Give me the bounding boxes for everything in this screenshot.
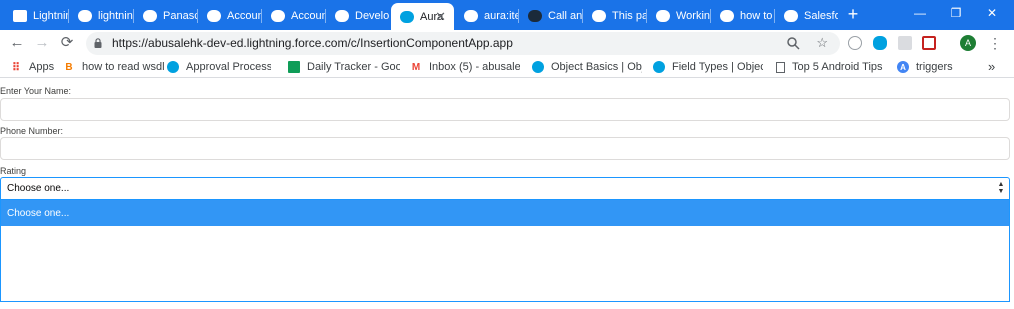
analytics-extension-icon[interactable] (898, 36, 912, 50)
salesforce-cloud-icon (656, 10, 670, 22)
name-input[interactable] (0, 98, 1010, 121)
new-tab-button[interactable]: + (844, 4, 862, 24)
salesforce-cloud-icon (400, 10, 414, 23)
bookmark-object-basics[interactable]: Object Basics | Objec (532, 59, 642, 75)
url-text: https://abusalehk-dev-ed.lightning.force… (112, 36, 513, 50)
minimize-button[interactable]: — (902, 4, 938, 22)
reload-icon[interactable]: ⟳ (58, 34, 76, 52)
tab-panasonic[interactable]: Panasc (134, 4, 197, 28)
cloud-extension-icon[interactable] (848, 36, 862, 50)
back-icon[interactable]: ← (8, 34, 26, 52)
bookmark-label: Field Types | Object R (672, 61, 763, 73)
bookmark-daily-tracker[interactable]: Daily Tracker - Goog (288, 59, 400, 75)
tab-lightning-2[interactable]: lightnin (69, 4, 133, 28)
tab-strip: Lightnin lightnin Panasc Accoun Accoun D… (0, 0, 1014, 30)
phone-label: Phone Number: (0, 126, 64, 136)
close-window-button[interactable]: ✕ (974, 4, 1010, 22)
bookmark-label: Apps (29, 61, 55, 73)
apps-grid-icon: ⠿ (11, 61, 21, 74)
menu-icon[interactable]: ⋮ (988, 34, 1002, 52)
bookmark-approval-processes[interactable]: Approval Processes | (167, 59, 271, 75)
blogger-icon: B (65, 61, 73, 73)
tab-call-an[interactable]: Call an (519, 4, 582, 28)
page-content: Enter Your Name: Phone Number: Rating Ch… (0, 79, 1014, 309)
avatar[interactable]: A (960, 35, 976, 51)
tab-aura-active[interactable]: Aura ✕ (391, 3, 454, 30)
bookmarks-bar: ⠿ Apps B how to read wsdl Approval Proce… (0, 56, 1014, 78)
tab-label: Accoun (291, 10, 325, 22)
bookmark-label: how to read wsdl (82, 61, 165, 73)
tab-label: Panasc (163, 10, 197, 22)
bookmark-inbox[interactable]: M Inbox (5) - abusalehk (410, 59, 520, 75)
bookmark-star-icon[interactable]: ☆ (816, 35, 828, 51)
atom-icon: A (897, 61, 909, 73)
salesforce-cloud-icon (592, 10, 606, 22)
tab-how-to[interactable]: how to (711, 4, 774, 28)
bookmark-label: triggers (916, 61, 953, 73)
bookmark-field-types[interactable]: Field Types | Object R (653, 59, 763, 75)
salesforce-cloud-icon (335, 10, 349, 22)
lock-icon (94, 38, 102, 48)
bookmark-label: Inbox (5) - abusalehk (429, 61, 520, 73)
tab-label: aura:ite (484, 10, 518, 22)
tab-working[interactable]: Workin (647, 4, 710, 28)
gmail-icon: M (411, 61, 421, 73)
salesforce-cloud-icon (167, 61, 179, 73)
document-icon (776, 61, 785, 73)
rating-selected-value: Choose one... (7, 183, 70, 194)
salesforce-cloud-icon (143, 10, 157, 22)
tab-label: Workin (676, 10, 710, 22)
rating-dropdown-list: Choose one... (0, 200, 1010, 302)
salesforce-extension-icon[interactable] (873, 36, 887, 50)
address-bar[interactable]: https://abusalehk-dev-ed.lightning.force… (86, 32, 840, 55)
tab-developer[interactable]: Develo (326, 4, 389, 28)
salesforce-cloud-icon (207, 10, 221, 22)
close-icon[interactable]: ✕ (435, 9, 446, 25)
salesforce-cloud-icon (720, 10, 734, 22)
google-sheets-icon (288, 61, 300, 73)
bookmark-label: Object Basics | Objec (551, 61, 642, 73)
tab-aura-iteration[interactable]: aura:ite (455, 4, 518, 28)
bookmark-how-to-read-wsdl[interactable]: B how to read wsdl (63, 59, 165, 75)
salesforce-cloud-icon (653, 61, 665, 73)
forward-icon[interactable]: → (33, 34, 51, 52)
tab-label: Develo (355, 10, 389, 22)
bookmarks-overflow-button[interactable]: » (988, 59, 995, 74)
salesforce-trailhead-icon (13, 10, 27, 22)
rating-option[interactable]: Choose one... (1, 200, 1009, 226)
rating-select[interactable]: Choose one... ▲ ▼ (0, 177, 1010, 200)
tab-salesforce[interactable]: Salesfo (775, 4, 838, 28)
bookmark-label: Top 5 Android Tips a (792, 61, 886, 73)
select-arrows-icon: ▲ ▼ (997, 181, 1005, 195)
bookmark-triggers[interactable]: A triggers (897, 59, 953, 75)
salesforce-cloud-icon (271, 10, 285, 22)
tab-label: lightnin (98, 10, 133, 22)
bookmark-label: Approval Processes | (186, 61, 271, 73)
tab-account-1[interactable]: Accoun (198, 4, 261, 28)
bookmark-top-5-android-tips[interactable]: Top 5 Android Tips a (776, 59, 886, 75)
salesforce-cloud-icon (784, 10, 798, 22)
tab-lightning-1[interactable]: Lightnin (4, 4, 68, 28)
tab-label: This pa (612, 10, 646, 22)
tab-label: Salesfo (804, 10, 838, 22)
tab-this-page[interactable]: This pa (583, 4, 646, 28)
salesforce-cloud-icon (78, 10, 92, 22)
tab-account-2[interactable]: Accoun (262, 4, 325, 28)
calendar-extension-icon[interactable] (922, 36, 936, 50)
salesforce-cloud-dark-icon (528, 10, 542, 22)
tab-label: Lightnin (33, 10, 68, 22)
rating-label: Rating (0, 166, 27, 176)
browser-toolbar: ← → ⟳ https://abusalehk-dev-ed.lightning… (0, 30, 1014, 56)
tab-label: Call an (548, 10, 582, 22)
bookmark-label: Daily Tracker - Goog (307, 61, 400, 73)
restore-button[interactable]: ❐ (938, 4, 974, 22)
tab-label: how to (740, 10, 773, 22)
search-icon[interactable] (787, 37, 800, 50)
bookmark-apps[interactable]: ⠿ Apps (10, 59, 54, 75)
salesforce-cloud-icon (532, 61, 544, 73)
phone-input[interactable] (0, 137, 1010, 160)
tab-label: Accoun (227, 10, 261, 22)
name-label: Enter Your Name: (0, 86, 72, 96)
salesforce-cloud-icon (464, 10, 478, 22)
